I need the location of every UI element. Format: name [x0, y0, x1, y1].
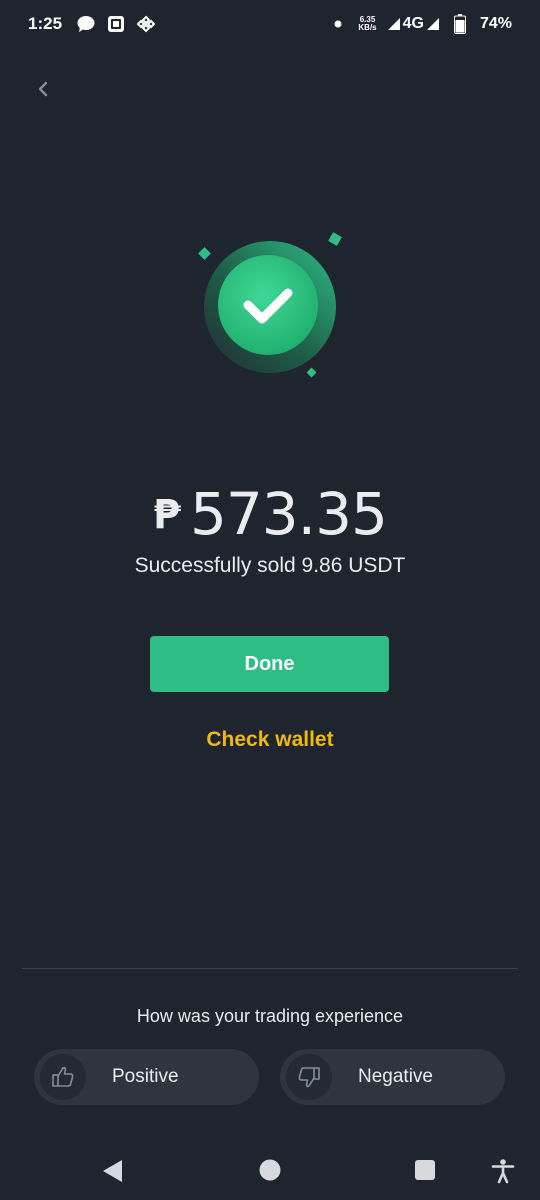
status-left: 1:25 — [28, 14, 156, 34]
positive-feedback-button[interactable]: Positive — [34, 1049, 259, 1105]
chevron-left-icon — [38, 81, 48, 97]
feedback-question: How was your trading experience — [136, 1006, 404, 1026]
check-wallet-link[interactable]: Check wallet — [0, 728, 540, 752]
square-recents-icon — [415, 1160, 435, 1180]
thumb-circle — [40, 1054, 86, 1100]
back-button[interactable] — [28, 74, 58, 104]
network-indicator: 4G — [387, 15, 440, 33]
thumb-circle — [286, 1054, 332, 1100]
amount-value: 573.35 — [189, 480, 388, 548]
thumbs-down-icon — [298, 1067, 320, 1088]
circle-home-icon — [259, 1159, 281, 1181]
negative-feedback-button[interactable]: Negative — [280, 1049, 505, 1105]
battery-icon — [450, 14, 470, 34]
system-navigation-bar — [0, 1140, 540, 1200]
signal-2-icon — [426, 18, 439, 30]
status-right: 6.35 KB/s 4G 74% — [328, 14, 512, 34]
sold-message: Successfully sold 9.86 USDT — [134, 554, 406, 577]
currency-symbol: ₱ — [153, 492, 181, 538]
nav-back-button[interactable] — [100, 1158, 126, 1184]
battery-percentage: 74% — [479, 15, 512, 32]
nav-recents-button[interactable] — [413, 1158, 437, 1182]
negative-label: Negative — [358, 1066, 433, 1087]
success-graphic — [190, 225, 350, 385]
network-type: 4G — [402, 15, 424, 32]
signal-icon — [387, 18, 400, 30]
binance-logo-icon — [136, 14, 156, 34]
status-bar: 1:25 6.35 KB/s 4G 74% — [0, 0, 540, 48]
triangle-back-icon — [103, 1160, 122, 1182]
nav-home-button[interactable] — [258, 1158, 282, 1182]
nav-accessibility-button[interactable] — [490, 1158, 516, 1184]
status-time: 1:25 — [28, 14, 63, 33]
notification-dot-icon — [328, 14, 348, 34]
network-speed-unit: KB/s — [358, 23, 377, 32]
divider — [22, 968, 518, 969]
positive-label: Positive — [112, 1066, 179, 1087]
app-notification-icon — [106, 14, 126, 34]
sold-amount: ₱ 573.35 — [0, 480, 540, 548]
thumbs-up-icon — [52, 1066, 74, 1087]
chat-bubble-icon — [76, 14, 96, 34]
success-check-icon — [198, 232, 342, 378]
done-button[interactable]: Done — [150, 636, 389, 692]
network-speed: 6.35 KB/s — [358, 16, 376, 32]
accessibility-icon — [491, 1159, 515, 1184]
